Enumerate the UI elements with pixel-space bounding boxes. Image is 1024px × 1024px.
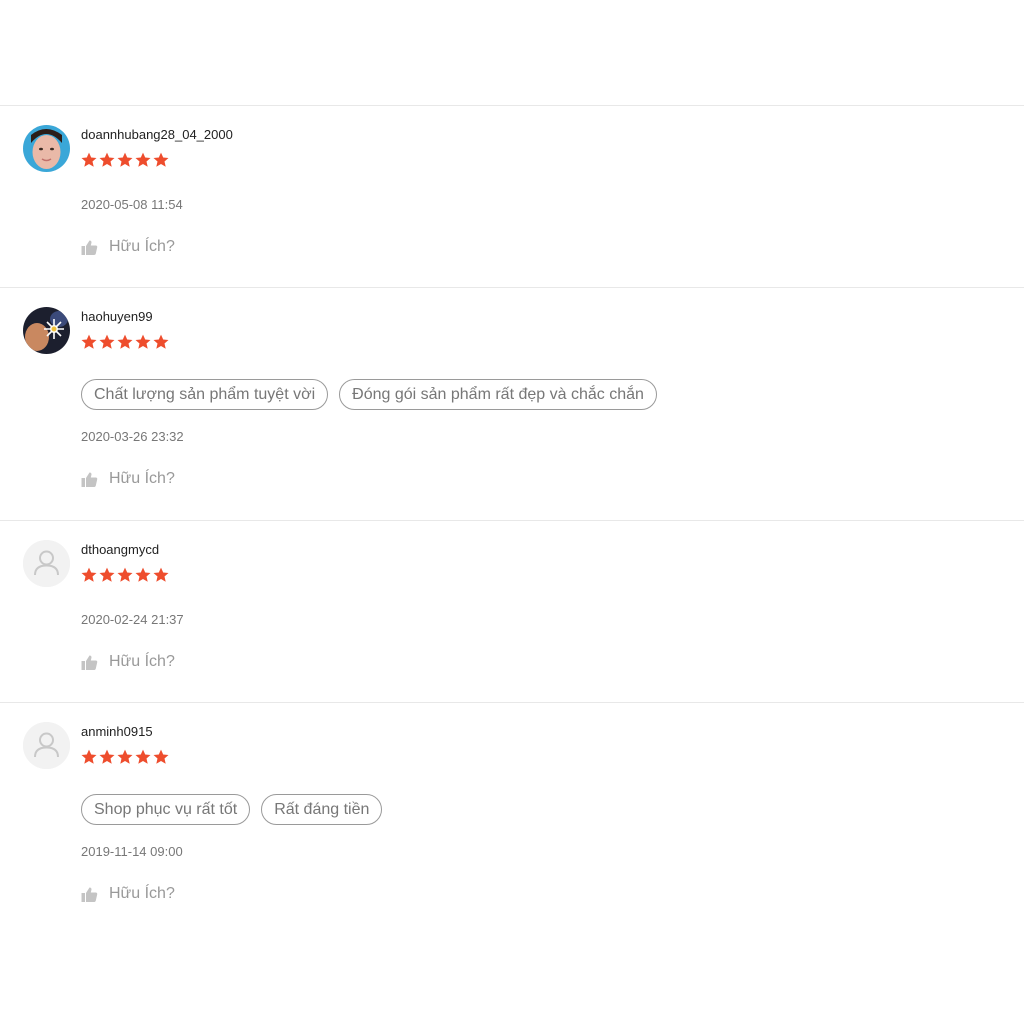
avatar[interactable] bbox=[23, 125, 70, 172]
helpful-label[interactable]: Hữu Ích? bbox=[109, 652, 175, 672]
helpful-button[interactable]: Hữu Ích? bbox=[81, 652, 1004, 672]
review-item: anminh0915 Shop phục vụ rất tốt Rất đáng… bbox=[0, 702, 1024, 942]
star-icon bbox=[135, 152, 151, 168]
star-icon bbox=[99, 749, 115, 765]
star-icon bbox=[117, 749, 133, 765]
star-icon bbox=[135, 749, 151, 765]
star-icon bbox=[99, 567, 115, 583]
default-user-icon bbox=[23, 722, 70, 769]
review-item: dthoangmycd 2020-02-24 21:37 Hữu Ích? bbox=[0, 520, 1024, 702]
review-date: 2020-05-08 11:54 bbox=[81, 197, 183, 212]
star-icon bbox=[117, 334, 133, 350]
review-item: haohuyen99 Chất lượng sản phẩm tuyệt vời… bbox=[0, 287, 1024, 520]
review-username[interactable]: haohuyen99 bbox=[81, 309, 1004, 325]
star-icon bbox=[81, 152, 97, 168]
thumbs-up-icon[interactable] bbox=[81, 654, 98, 671]
avatar[interactable] bbox=[23, 722, 70, 769]
default-user-icon bbox=[23, 540, 70, 587]
review-tag[interactable]: Đóng gói sản phẩm rất đẹp và chắc chắn bbox=[339, 379, 657, 410]
review-date: 2019-11-14 09:00 bbox=[81, 844, 183, 859]
rating-stars bbox=[81, 334, 1004, 350]
star-icon bbox=[81, 567, 97, 583]
review-tags: Chất lượng sản phẩm tuyệt vời Đóng gói s… bbox=[81, 379, 1004, 410]
review-date: 2020-03-26 23:32 bbox=[81, 429, 184, 444]
helpful-label[interactable]: Hữu Ích? bbox=[109, 237, 175, 257]
helpful-label[interactable]: Hữu Ích? bbox=[109, 884, 175, 904]
thumbs-up-icon[interactable] bbox=[81, 239, 98, 256]
rating-stars bbox=[81, 749, 1004, 765]
review-tags: Shop phục vụ rất tốt Rất đáng tiền bbox=[81, 794, 1004, 825]
review-tag[interactable]: Shop phục vụ rất tốt bbox=[81, 794, 251, 825]
helpful-label[interactable]: Hữu Ích? bbox=[109, 469, 175, 489]
review-username[interactable]: doannhubang28_04_2000 bbox=[81, 127, 1004, 143]
star-icon bbox=[81, 749, 97, 765]
avatar[interactable] bbox=[23, 540, 70, 587]
helpful-button[interactable]: Hữu Ích? bbox=[81, 237, 1004, 257]
review-date: 2020-02-24 21:37 bbox=[81, 612, 184, 627]
review-item: doannhubang28_04_2000 2020-05-08 11:54 H… bbox=[0, 105, 1024, 287]
star-icon bbox=[153, 152, 169, 168]
review-tag[interactable]: Rất đáng tiền bbox=[261, 794, 383, 825]
star-icon bbox=[117, 152, 133, 168]
review-username[interactable]: dthoangmycd bbox=[81, 542, 1004, 558]
helpful-button[interactable]: Hữu Ích? bbox=[81, 884, 1004, 904]
thumbs-up-icon[interactable] bbox=[81, 471, 98, 488]
star-icon bbox=[99, 334, 115, 350]
star-icon bbox=[153, 749, 169, 765]
helpful-button[interactable]: Hữu Ích? bbox=[81, 469, 1004, 489]
star-icon bbox=[81, 334, 97, 350]
rating-stars bbox=[81, 152, 1004, 168]
star-icon bbox=[153, 567, 169, 583]
review-tag[interactable]: Chất lượng sản phẩm tuyệt vời bbox=[81, 379, 329, 410]
star-icon bbox=[99, 152, 115, 168]
star-icon bbox=[135, 567, 151, 583]
thumbs-up-icon[interactable] bbox=[81, 886, 98, 903]
review-list: doannhubang28_04_2000 2020-05-08 11:54 H… bbox=[0, 105, 1024, 942]
rating-stars bbox=[81, 567, 1004, 583]
star-icon bbox=[117, 567, 133, 583]
star-icon bbox=[135, 334, 151, 350]
avatar[interactable] bbox=[23, 307, 70, 354]
star-icon bbox=[153, 334, 169, 350]
review-username[interactable]: anminh0915 bbox=[81, 724, 1004, 740]
